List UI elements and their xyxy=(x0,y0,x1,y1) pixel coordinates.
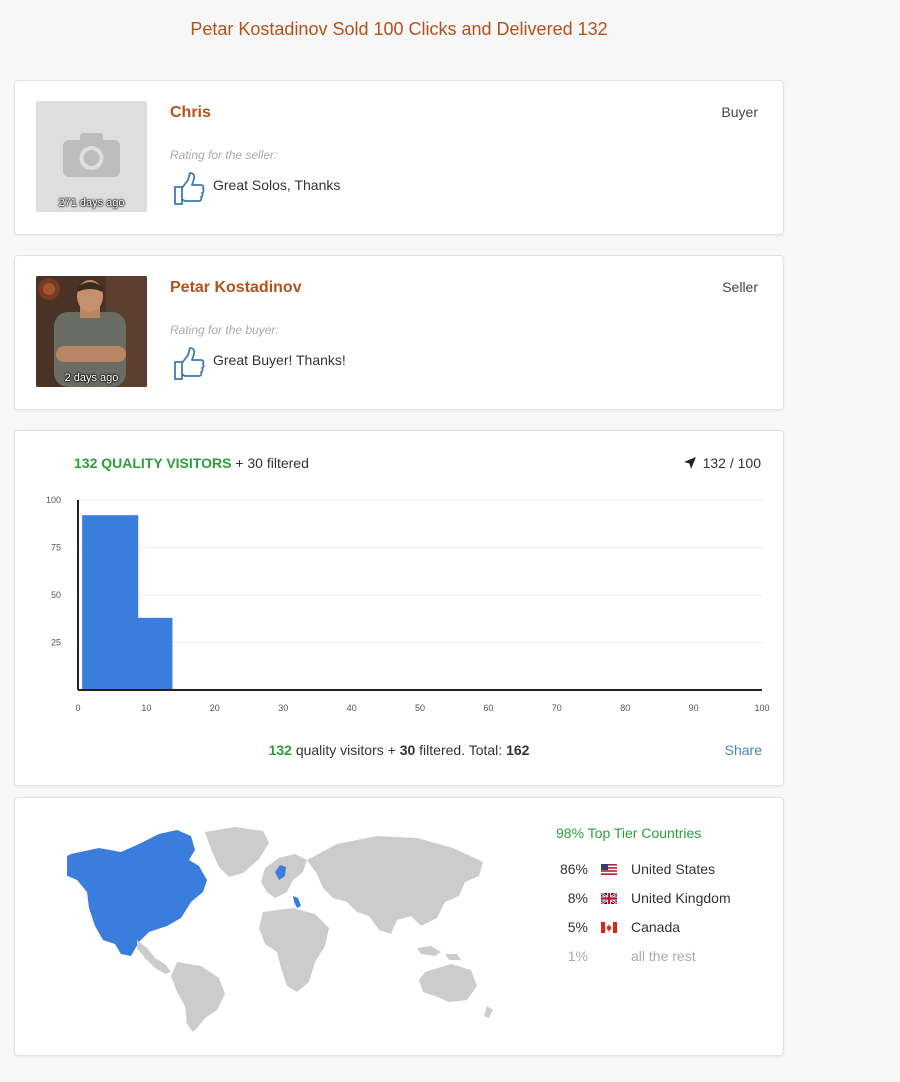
chart-bar xyxy=(116,617,173,690)
summary-filtered: 30 xyxy=(399,742,416,758)
reviewer-role: Buyer xyxy=(721,104,758,120)
avatar-placeholder[interactable]: 271 days ago xyxy=(36,101,147,212)
thumbs-up-icon xyxy=(174,172,205,205)
rating-label: Rating for the seller: xyxy=(170,148,278,162)
summary-filtered-text: filtered. Total: xyxy=(419,742,503,758)
camera-icon xyxy=(63,133,120,177)
delivered-ratio-text: 132 / 100 xyxy=(702,455,761,471)
review-card-buyer: 271 days ago Chris Buyer Rating for the … xyxy=(14,80,784,235)
reviewer-role: Seller xyxy=(722,279,758,295)
delivered-ratio: 132 / 100 xyxy=(683,455,761,471)
map-south-america xyxy=(171,962,225,1032)
x-tick-label: 50 xyxy=(415,703,425,713)
map-indonesia xyxy=(417,946,461,960)
x-tick-label: 70 xyxy=(552,703,562,713)
country-pct: 8% xyxy=(567,890,588,906)
country-name: Canada xyxy=(631,919,681,935)
us-flag-icon xyxy=(601,863,617,875)
country-name: United States xyxy=(631,861,716,877)
review-age: 271 days ago xyxy=(58,197,125,209)
country-pct: 86% xyxy=(559,861,588,877)
x-tick-label: 60 xyxy=(483,703,493,713)
avatar-photo xyxy=(36,276,147,387)
country-row: 1% all the rest xyxy=(545,946,696,966)
review-comment: Great Buyer! Thanks! xyxy=(213,352,346,368)
quality-visitors-heading: 132 QUALITY VISITORS + 30 filtered xyxy=(74,455,309,471)
x-tick-label: 40 xyxy=(347,703,357,713)
canada-flag-icon xyxy=(601,921,617,933)
countries-card: 98% Top Tier Countries 86% United States… xyxy=(14,797,784,1056)
location-arrow-icon xyxy=(683,457,696,469)
y-tick-label: 25 xyxy=(51,638,61,648)
map-greenland xyxy=(205,827,269,877)
map-central-america xyxy=(137,940,171,974)
reviewer-name[interactable]: Petar Kostadinov xyxy=(170,279,302,297)
top-tier-countries: 98% Top Tier Countries xyxy=(556,825,702,841)
filtered-count: + 30 filtered xyxy=(235,455,309,471)
x-tick-label: 20 xyxy=(210,703,220,713)
visitors-summary: 132 quality visitors + 30 filtered. Tota… xyxy=(15,742,783,758)
map-australia xyxy=(419,964,477,1002)
map-asia xyxy=(307,836,483,934)
review-card-seller: 2 days ago Petar Kostadinov Seller Ratin… xyxy=(14,255,784,410)
x-tick-label: 0 xyxy=(75,703,80,713)
uk-flag-icon xyxy=(601,892,617,904)
map-africa xyxy=(259,908,329,992)
visitors-bar-chart: 25 50 75 100 0 10 20 30 40 50 60 70 80 90 100 xyxy=(46,495,770,713)
country-row: 86% United States xyxy=(545,859,715,879)
map-new-zealand xyxy=(484,1006,493,1018)
y-tick-label: 75 xyxy=(51,543,61,553)
summary-quality: 132 xyxy=(268,742,292,758)
country-name: United Kingdom xyxy=(631,890,731,906)
reviewer-name[interactable]: Chris xyxy=(170,104,211,122)
share-link[interactable]: Share xyxy=(725,742,762,758)
visitors-stats-card: 132 QUALITY VISITORS + 30 filtered 132 /… xyxy=(14,430,784,786)
summary-quality-text: quality visitors + xyxy=(295,742,396,758)
review-age: 2 days ago xyxy=(64,372,119,384)
country-row: 5% Canada xyxy=(545,917,680,937)
rating-label: Rating for the buyer: xyxy=(170,323,279,337)
page-title: Petar Kostadinov Sold 100 Clicks and Del… xyxy=(190,19,608,39)
x-tick-label: 10 xyxy=(141,703,151,713)
world-map xyxy=(67,827,493,1032)
review-comment: Great Solos, Thanks xyxy=(213,177,341,193)
map-italy xyxy=(293,896,301,908)
x-tick-label: 90 xyxy=(689,703,699,713)
x-tick-label: 100 xyxy=(754,703,769,713)
summary-total: 162 xyxy=(506,742,530,758)
country-pct: 5% xyxy=(567,919,588,935)
avatar[interactable]: 2 days ago xyxy=(36,276,147,387)
y-tick-label: 100 xyxy=(46,495,61,505)
map-north-america xyxy=(67,830,207,956)
y-tick-label: 50 xyxy=(51,590,61,600)
quality-visitors-count: 132 QUALITY VISITORS xyxy=(74,455,232,471)
x-tick-label: 30 xyxy=(278,703,288,713)
country-row: 8% United Kingdom xyxy=(545,888,731,908)
country-name: all the rest xyxy=(631,948,696,964)
thumbs-up-icon xyxy=(174,347,205,380)
country-pct: 1% xyxy=(567,948,588,964)
x-tick-label: 80 xyxy=(620,703,630,713)
